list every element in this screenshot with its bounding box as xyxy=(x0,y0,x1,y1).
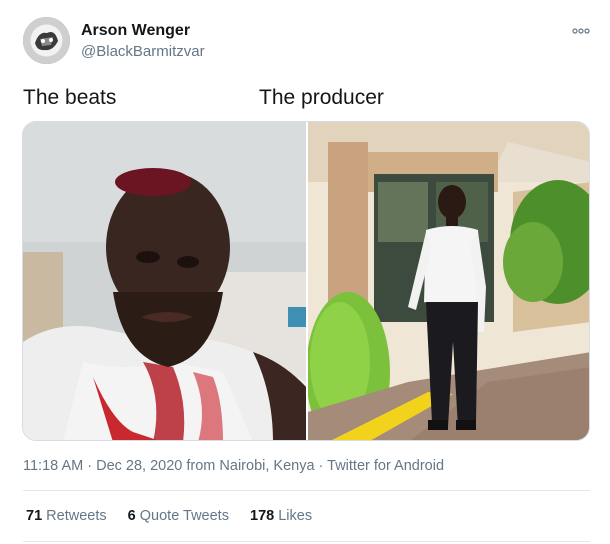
tweet-location[interactable]: from Nairobi, Kenya xyxy=(182,458,314,474)
divider xyxy=(23,541,590,542)
divider xyxy=(23,490,590,491)
tweet-client[interactable]: Twitter for Android xyxy=(327,458,444,474)
tweet-card: Arson Wenger @BlackBarmitzvar The beats … xyxy=(0,0,610,544)
media-grid xyxy=(22,121,590,441)
caption-the-beats: The beats xyxy=(23,86,117,109)
tweet-date[interactable]: Dec 28, 2020 xyxy=(96,458,182,474)
retweets-stat[interactable]: 71 Retweets xyxy=(26,508,107,524)
author-name[interactable]: Arson Wenger xyxy=(81,22,190,40)
caption-the-producer: The producer xyxy=(259,86,384,109)
injured-man-photo[interactable] xyxy=(23,122,306,440)
quote-tweets-stat[interactable]: 6 Quote Tweets xyxy=(128,508,229,524)
meta-separator: · xyxy=(314,458,328,474)
likes-count: 178 xyxy=(250,508,275,524)
more-options-icon[interactable] xyxy=(571,24,591,36)
author-avatar[interactable] xyxy=(23,17,70,64)
author-handle[interactable]: @BlackBarmitzvar xyxy=(81,43,205,60)
retweets-label: Retweets xyxy=(42,508,107,524)
likes-label: Likes xyxy=(274,508,313,524)
woman-standing-photo[interactable] xyxy=(308,122,589,440)
engagement-stats: 71 Retweets 6 Quote Tweets 178 Likes xyxy=(26,508,329,524)
quote-tweets-label: Quote Tweets xyxy=(135,508,229,524)
tweet-time[interactable]: 11:18 AM xyxy=(23,458,83,474)
tweet-metadata: 11:18 AM · Dec 28, 2020 from Nairobi, Ke… xyxy=(23,458,444,474)
meta-separator: · xyxy=(83,458,97,474)
avatar-image xyxy=(23,17,70,64)
likes-stat[interactable]: 178 Likes xyxy=(250,508,312,524)
quote-tweets-count: 6 xyxy=(127,508,136,524)
retweets-count: 71 xyxy=(26,508,43,524)
